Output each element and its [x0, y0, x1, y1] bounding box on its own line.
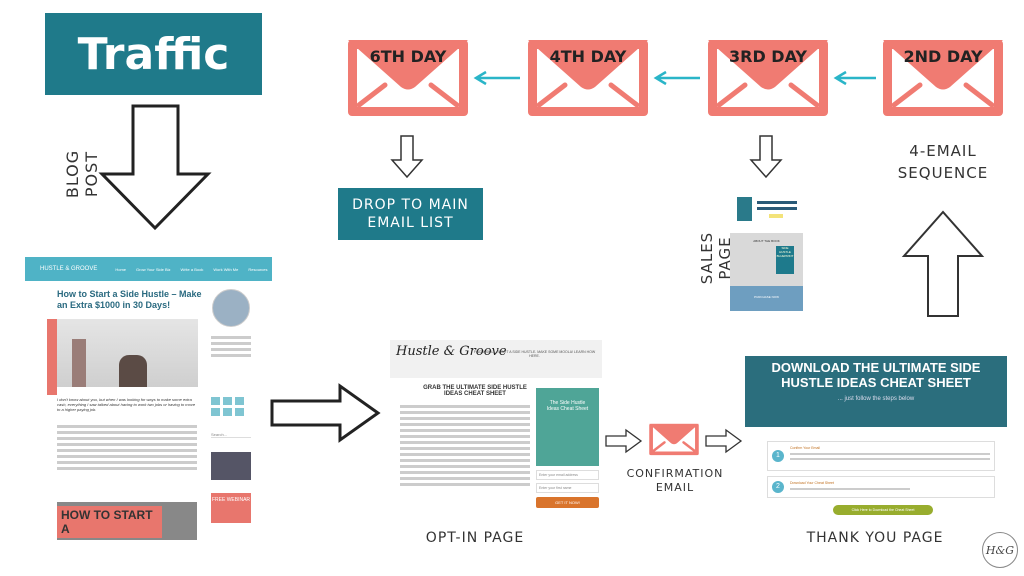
- purchase-button[interactable]: PURCHASE NOW: [730, 286, 803, 311]
- down-arrow-icon: [390, 135, 424, 179]
- nav-item[interactable]: Grow Your Side Biz: [136, 267, 170, 272]
- left-arrow-icon: [473, 70, 520, 86]
- optin-page-screenshot: Hustle & Groove FIND A SKILL. START A SI…: [390, 340, 602, 522]
- thankyou-page-screenshot: DOWNLOAD THE ULTIMATE SIDE HUSTLE IDEAS …: [745, 356, 1007, 521]
- blog-intro: I don't know about you, but when I was l…: [57, 397, 196, 412]
- up-arrow-icon: [901, 210, 985, 317]
- thankyou-label: THANK YOU PAGE: [806, 530, 944, 546]
- webinar-widget: FREE WEBINAR: [211, 493, 251, 523]
- down-arrow-icon: [98, 104, 212, 231]
- sequence-label: 4-EMAIL SEQUENCE: [897, 142, 989, 182]
- nav-item[interactable]: Work With Me: [213, 267, 238, 272]
- step-title: Confirm Your Email: [790, 446, 820, 450]
- avatar: [212, 289, 250, 327]
- step-title: Download Your Cheat Sheet: [790, 481, 834, 485]
- blog-logo: HUSTLE & GROOVE: [40, 266, 98, 272]
- blog-banner: HOW TO START A: [57, 502, 197, 540]
- video-widget: [211, 452, 251, 480]
- email-input[interactable]: Enter your email address: [536, 470, 599, 480]
- right-arrow-icon: [705, 428, 743, 454]
- confirmation-label: CONFIRMATION EMAIL: [626, 467, 724, 494]
- drop-to-main-list-box: DROP TO MAIN EMAIL LIST: [338, 188, 483, 240]
- email-label: 4TH DAY: [549, 47, 627, 66]
- left-arrow-icon: [653, 70, 700, 86]
- sales-page-label: SALES PAGE: [698, 231, 734, 285]
- down-arrow-icon: [749, 135, 783, 179]
- traffic-box: Traffic: [45, 13, 262, 95]
- get-it-now-button[interactable]: GET IT NOW!: [536, 497, 599, 508]
- drop-label: DROP TO MAIN EMAIL LIST: [352, 197, 469, 231]
- blog-hero-image: [57, 319, 198, 387]
- sales-section-title: ABOUT THE BOOK: [753, 239, 780, 243]
- step-1: 1 Confirm Your Email: [767, 441, 995, 471]
- download-button[interactable]: Click Here to Download the Cheat Sheet: [833, 505, 933, 515]
- traffic-label: Traffic: [77, 28, 230, 80]
- sales-page-thumb: ABOUT THE BOOK SIDE HUSTLE BLUEPRINT PUR…: [730, 233, 803, 311]
- email-4th-day: 4TH DAY: [525, 37, 651, 119]
- confirmation-email-icon: [648, 421, 700, 458]
- step-number: 1: [772, 450, 784, 462]
- right-arrow-icon: [605, 428, 643, 454]
- step-2: 2 Download Your Cheat Sheet: [767, 476, 995, 498]
- name-input[interactable]: Enter your first name: [536, 483, 599, 493]
- email-2nd-day: 2ND DAY: [880, 37, 1006, 119]
- banner-text: HOW TO START A: [57, 506, 162, 538]
- optin-title: GRAB THE ULTIMATE SIDE HUSTLE IDEAS CHEA…: [423, 385, 527, 397]
- email-label: 3RD DAY: [728, 47, 808, 66]
- optin-tagline: FIND A SKILL. START A SIDE HUSTLE. MAKE …: [473, 350, 596, 358]
- email-3rd-day: 3RD DAY: [705, 37, 831, 119]
- blog-search[interactable]: Search...: [211, 432, 251, 438]
- blog-post-screenshot: HUSTLE & GROOVE Home Grow Your Side Biz …: [25, 257, 272, 542]
- sales-page-thumb-top: [735, 195, 801, 231]
- cheat-sheet-cover: The Side Hustle Ideas Cheat Sheet: [536, 388, 599, 466]
- nav-item[interactable]: Home: [115, 267, 126, 272]
- email-label: 2ND DAY: [903, 47, 983, 66]
- thankyou-subtitle: ... just follow the steps below: [837, 396, 915, 402]
- email-label: 6TH DAY: [369, 47, 447, 66]
- step-number: 2: [772, 481, 784, 493]
- blog-title: How to Start a Side Hustle – Make an Ext…: [57, 289, 202, 310]
- email-6th-day: 6TH DAY: [345, 37, 471, 119]
- blog-post-label: BLOG POST: [63, 149, 101, 199]
- nav-item[interactable]: Resources: [248, 267, 267, 272]
- book-cover: SIDE HUSTLE BLUEPRINT: [776, 246, 794, 274]
- hg-watermark-logo: H&G: [982, 532, 1018, 568]
- right-arrow-icon: [270, 383, 381, 443]
- thankyou-title: DOWNLOAD THE ULTIMATE SIDE HUSTLE IDEAS …: [771, 360, 981, 390]
- optin-label: OPT-IN PAGE: [425, 530, 525, 546]
- nav-item[interactable]: Write a Book: [181, 267, 204, 272]
- left-arrow-icon: [833, 70, 876, 86]
